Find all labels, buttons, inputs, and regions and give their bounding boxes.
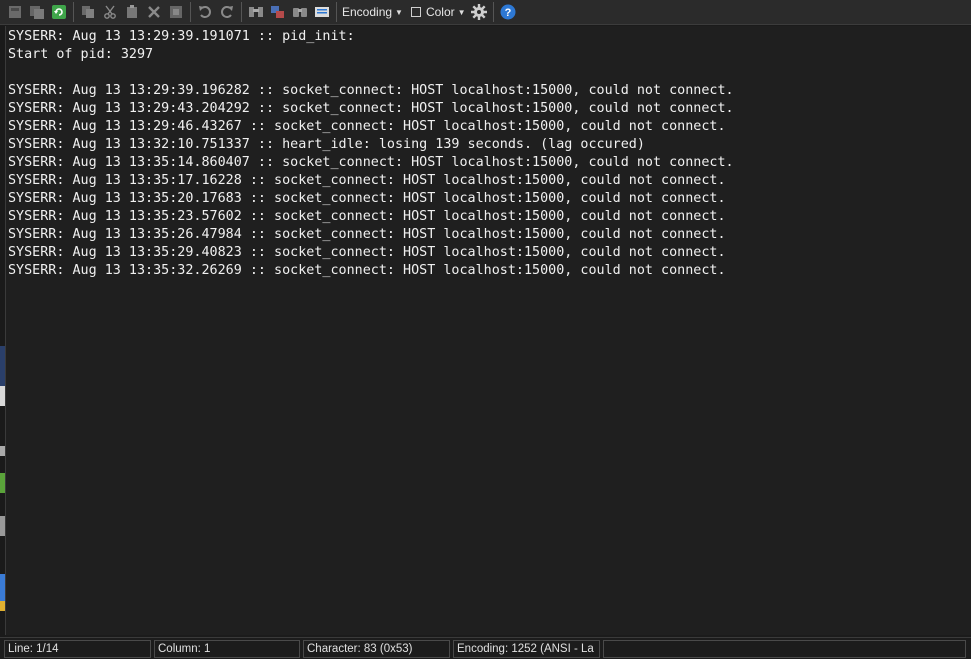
color-label: Color: [425, 5, 455, 19]
editor-content[interactable]: SYSERR: Aug 13 13:29:39.191071 :: pid_in…: [8, 28, 734, 280]
spellcheck-icon[interactable]: [267, 1, 289, 23]
log-line: SYSERR: Aug 13 13:35:17.16228 :: socket_…: [8, 173, 726, 188]
log-line: SYSERR: Aug 13 13:29:39.196282 :: socket…: [8, 83, 734, 98]
find-icon[interactable]: [245, 1, 267, 23]
status-column: Column: 1: [154, 639, 300, 658]
undo-icon[interactable]: [194, 1, 216, 23]
log-line: SYSERR: Aug 13 13:29:46.43267 :: socket_…: [8, 119, 726, 134]
status-line: Line: 1/14: [4, 639, 151, 658]
toolbar-separator: [336, 2, 337, 22]
new-file-icon[interactable]: [4, 1, 26, 23]
status-encoding: Encoding: 1252 (ANSI - La: [453, 639, 600, 658]
copy-icon[interactable]: [77, 1, 99, 23]
select-all-icon[interactable]: [165, 1, 187, 23]
gear-icon[interactable]: [468, 1, 490, 23]
copy-file-icon[interactable]: [26, 1, 48, 23]
color-dropdown[interactable]: Color ▼: [409, 1, 468, 23]
toolbar: Encoding ▼ Color ▼ ?: [0, 0, 971, 25]
log-line: SYSERR: Aug 13 13:35:20.17683 :: socket_…: [8, 191, 726, 206]
log-line: SYSERR: Aug 13 13:29:39.191071 :: pid_in…: [8, 29, 355, 44]
color-checkbox[interactable]: [410, 7, 421, 17]
log-line: SYSERR: Aug 13 13:29:43.204292 :: socket…: [8, 101, 734, 116]
status-bar: Line: 1/14 Column: 1 Character: 83 (0x53…: [0, 637, 971, 659]
text-editor[interactable]: SYSERR: Aug 13 13:29:39.191071 :: pid_in…: [5, 26, 971, 635]
toolbar-separator: [492, 2, 494, 22]
encoding-dropdown[interactable]: Encoding ▼: [340, 1, 405, 23]
reload-icon[interactable]: [48, 1, 70, 23]
cut-icon[interactable]: [99, 1, 121, 23]
log-line: SYSERR: Aug 13 13:35:29.40823 :: socket_…: [8, 245, 726, 260]
toolbar-separator: [73, 2, 74, 22]
status-extra: [603, 639, 966, 658]
log-line: Start of pid: 3297: [8, 47, 154, 62]
binoculars-icon[interactable]: [289, 1, 311, 23]
redo-icon[interactable]: [216, 1, 238, 23]
log-line: SYSERR: Aug 13 13:35:32.26269 :: socket_…: [8, 263, 726, 278]
print-icon[interactable]: [311, 1, 333, 23]
help-icon[interactable]: ?: [497, 1, 519, 23]
status-character: Character: 83 (0x53): [303, 639, 450, 658]
log-line: SYSERR: Aug 13 13:32:10.751337 :: heart_…: [8, 137, 645, 152]
log-line: SYSERR: Aug 13 13:35:26.47984 :: socket_…: [8, 227, 726, 242]
log-line: SYSERR: Aug 13 13:35:14.860407 :: socket…: [8, 155, 734, 170]
svg-text:?: ?: [504, 7, 511, 19]
log-line: SYSERR: Aug 13 13:35:23.57602 :: socket_…: [8, 209, 726, 224]
dropdown-caret-icon: ▼: [395, 7, 403, 17]
toolbar-separator: [190, 2, 191, 22]
encoding-label: Encoding: [342, 5, 393, 19]
toolbar-separator: [241, 2, 242, 22]
dropdown-caret-icon: ▼: [457, 7, 466, 17]
paste-icon[interactable]: [121, 1, 143, 23]
delete-icon[interactable]: [143, 1, 165, 23]
